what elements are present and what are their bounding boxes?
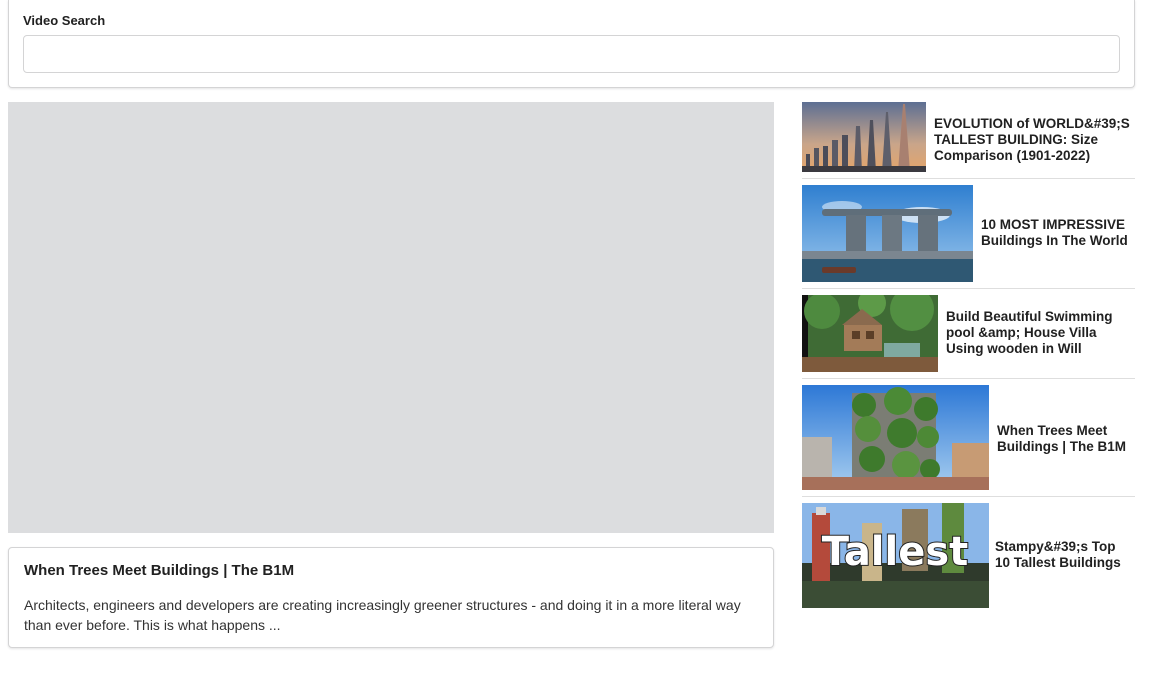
video-thumbnail[interactable] — [802, 295, 938, 372]
video-thumbnail[interactable] — [802, 185, 973, 282]
video-list-item[interactable]: 10 MOST IMPRESSIVE Buildings In The Worl… — [802, 185, 1135, 289]
video-thumbnail[interactable] — [802, 385, 989, 490]
video-list-item-title: When Trees Meet Buildings | The B1M — [997, 423, 1127, 454]
video-detail-title: When Trees Meet Buildings | The B1M — [24, 562, 295, 579]
video-list-item-title: Stampy&#39;s Top 10 Tallest Buildings — [995, 539, 1121, 570]
search-label: Video Search — [23, 13, 106, 28]
thumbnail-overlay-text: Tallest — [822, 529, 969, 575]
video-detail: When Trees Meet Buildings | The B1M Arch… — [8, 547, 774, 648]
video-player[interactable] — [8, 102, 774, 533]
video-list-item-title: 10 MOST IMPRESSIVE Buildings In The Worl… — [981, 217, 1128, 248]
video-list-item-title: EVOLUTION of WORLD&#39;S TALLEST BUILDIN… — [934, 116, 1130, 163]
video-thumbnail[interactable] — [802, 102, 926, 172]
video-list-item[interactable]: Tallest Stampy&#39;s Top 10 Tallest Buil… — [802, 503, 1135, 609]
video-detail-description: Architects, engineers and developers are… — [24, 597, 741, 633]
search-bar: Video Search — [8, 0, 1135, 88]
video-thumbnail[interactable]: Tallest — [802, 503, 989, 608]
video-list-item[interactable]: When Trees Meet Buildings | The B1M — [802, 385, 1135, 497]
video-list-item[interactable]: Build Beautiful Swimming pool &amp; Hous… — [802, 295, 1135, 379]
video-list-item-title: Build Beautiful Swimming pool &amp; Hous… — [946, 309, 1113, 356]
search-input[interactable] — [23, 35, 1120, 73]
video-list-item[interactable]: EVOLUTION of WORLD&#39;S TALLEST BUILDIN… — [802, 102, 1135, 179]
